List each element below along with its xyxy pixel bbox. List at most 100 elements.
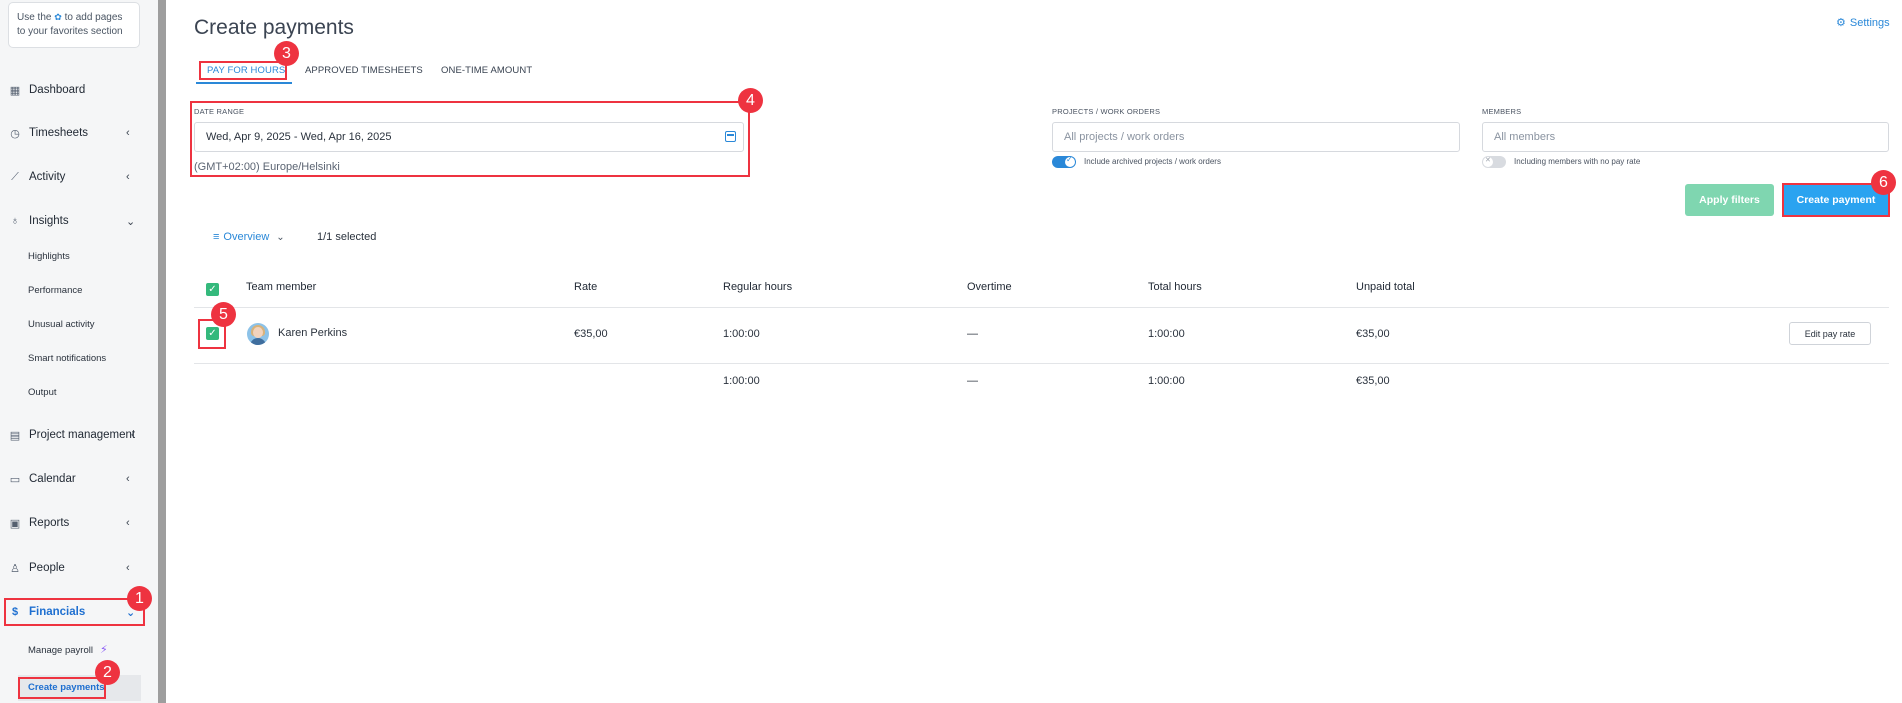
total-total-hours: 1:00:00	[1148, 375, 1185, 387]
avatar-face	[253, 327, 263, 338]
chevron-left-icon: ‹	[126, 171, 130, 183]
lightbulb-icon: ♁	[10, 215, 20, 227]
include-archived-toggle[interactable]	[1052, 155, 1076, 168]
highlight-financials	[4, 598, 145, 626]
toggle-knob	[1483, 156, 1493, 167]
tab-approved-timesheets[interactable]: APPROVED TIMESHEETS	[305, 64, 423, 82]
favorites-tip-prefix: Use the	[17, 12, 52, 23]
chevron-left-icon: ‹	[126, 517, 130, 529]
highlight-create-payments	[18, 677, 106, 699]
step-badge-2: 2	[95, 660, 120, 685]
highlight-pay-for-hours-tab	[199, 61, 287, 80]
column-header-rate: Rate	[574, 281, 598, 293]
projects-placeholder: All projects / work orders	[1064, 131, 1185, 143]
active-tab-indicator	[196, 82, 292, 84]
include-archived-label: Include archived projects / work orders	[1084, 157, 1221, 166]
sidebar-item-activity[interactable]: ⟋ Activity ‹	[0, 163, 150, 191]
sub-item-unusual-activity[interactable]: Unusual activity	[28, 317, 95, 333]
sidebar-item-label: Project management	[29, 429, 136, 441]
sidebar-item-label: Timesheets	[29, 127, 89, 139]
apply-filters-button[interactable]: Apply filters	[1685, 184, 1774, 216]
total-overtime: —	[967, 375, 978, 387]
total-hours-cell: 1:00:00	[1148, 328, 1185, 340]
sidebar-item-label: Reports	[29, 517, 70, 529]
table-divider	[194, 363, 1889, 364]
chevron-left-icon: ‹	[131, 429, 135, 441]
clock-icon: ◷	[10, 127, 20, 140]
overview-label: Overview	[223, 231, 270, 243]
chevron-down-icon: ⌄	[276, 231, 285, 243]
step-badge-4: 4	[738, 88, 763, 113]
sidebar-item-label: Calendar	[29, 473, 76, 485]
sidebar-item-label: Insights	[29, 215, 69, 227]
settings-link[interactable]: ⚙ Settings	[1836, 16, 1890, 30]
edit-pay-rate-button[interactable]: Edit pay rate	[1789, 322, 1871, 345]
settings-label: Settings	[1849, 16, 1890, 29]
page-title: Create payments	[194, 16, 354, 39]
clipboard-icon: ▤	[9, 429, 21, 442]
select-all-checkbox[interactable]: ✓	[206, 283, 219, 296]
members-select[interactable]: All members	[1482, 122, 1889, 152]
step-badge-1: 1	[127, 586, 152, 611]
unpaid-total-cell: €35,00	[1356, 328, 1390, 340]
sidebar-item-reports[interactable]: ▣ Reports ‹	[0, 509, 150, 537]
column-header-total-hours: Total hours	[1148, 281, 1202, 293]
sidebar-item-label: Dashboard	[29, 84, 86, 96]
star-icon: ✿	[54, 12, 62, 22]
members-placeholder: All members	[1494, 131, 1556, 143]
no-pay-rate-label: Including members with no pay rate	[1514, 157, 1641, 166]
column-header-overtime: Overtime	[967, 281, 1012, 293]
sidebar-item-label: Activity	[29, 171, 66, 183]
sidebar-item-calendar[interactable]: ▭ Calendar ‹	[0, 465, 150, 493]
sidebar-item-timesheets[interactable]: ◷ Timesheets ‹	[0, 119, 150, 147]
step-badge-5: 5	[211, 302, 236, 327]
sidebar-item-label: People	[29, 562, 65, 574]
projects-select[interactable]: All projects / work orders	[1052, 122, 1460, 152]
column-header-regular-hours: Regular hours	[723, 281, 793, 293]
sidebar-item-project-management[interactable]: ▤ Project management ‹	[0, 421, 150, 449]
sub-item-output[interactable]: Output	[28, 385, 57, 401]
step-badge-3: 3	[274, 41, 299, 66]
highlight-date-range	[190, 101, 750, 177]
calendar-icon: ▭	[9, 473, 21, 486]
member-name[interactable]: Karen Perkins	[278, 327, 347, 339]
dashboard-icon: ▦	[9, 84, 21, 97]
table-divider	[194, 307, 1889, 308]
sub-item-smart-notifications[interactable]: Smart notifications	[28, 351, 106, 367]
column-header-team-member: Team member	[246, 281, 317, 293]
avatar-body	[250, 338, 266, 345]
toggle-knob	[1065, 155, 1075, 167]
projects-label: PROJECTS / WORK ORDERS	[1052, 107, 1161, 116]
selected-count: 1/1 selected	[317, 231, 377, 243]
total-unpaid: €35,00	[1356, 375, 1390, 387]
sub-item-highlights[interactable]: Highlights	[28, 249, 70, 265]
chevron-left-icon: ‹	[126, 473, 130, 485]
person-icon: ♙	[10, 562, 20, 575]
activity-icon: ⟋	[11, 170, 19, 183]
column-header-unpaid-total: Unpaid total	[1356, 281, 1415, 293]
gear-icon: ⚙	[1836, 17, 1846, 29]
overtime-cell: —	[967, 328, 978, 340]
regular-hours-cell: 1:00:00	[723, 328, 760, 340]
step-badge-6: 6	[1871, 170, 1896, 195]
total-regular-hours: 1:00:00	[723, 375, 760, 387]
sub-item-manage-payroll[interactable]: Manage payroll	[28, 643, 93, 659]
overview-dropdown[interactable]: ≡ Overview ⌄	[213, 231, 285, 243]
report-icon: ▣	[9, 517, 21, 530]
sidebar-scrollbar[interactable]	[158, 0, 166, 703]
rate-cell: €35,00	[574, 328, 608, 340]
chevron-down-icon: ⌄	[126, 215, 136, 228]
tab-one-time-amount[interactable]: ONE-TIME AMOUNT	[441, 64, 532, 82]
chevron-left-icon: ‹	[126, 127, 130, 139]
sidebar-item-dashboard[interactable]: ▦ Dashboard	[0, 76, 150, 104]
members-label: MEMBERS	[1482, 107, 1522, 116]
avatar	[247, 323, 269, 345]
sidebar-item-people[interactable]: ♙ People ‹	[0, 554, 150, 582]
sub-item-performance[interactable]: Performance	[28, 283, 82, 299]
sidebar-item-insights[interactable]: ♁ Insights ⌄	[0, 207, 150, 235]
chevron-left-icon: ‹	[126, 562, 130, 574]
favorites-tip: Use the ✿ to add pages to your favorites…	[8, 2, 140, 48]
list-icon: ≡	[213, 231, 220, 243]
no-pay-rate-toggle[interactable]	[1482, 156, 1506, 168]
lightning-icon: ⚡	[100, 644, 108, 656]
